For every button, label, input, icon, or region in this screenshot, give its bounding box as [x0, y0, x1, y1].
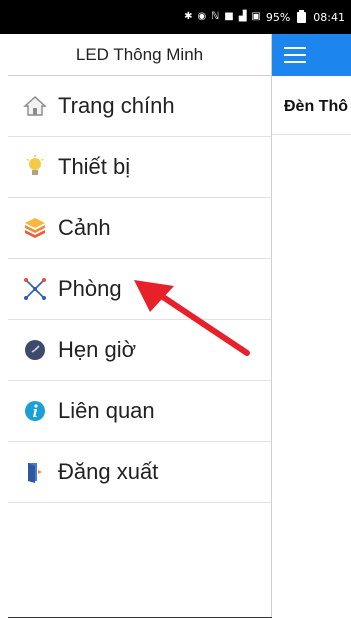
menu-item-label: Phòng: [58, 276, 122, 301]
battery-level: 95%: [265, 10, 291, 24]
menu-item-label: Thiết bị: [58, 154, 131, 179]
menu-item-logout[interactable]: Đăng xuất: [8, 442, 271, 503]
signal-icon: ▟: [238, 11, 247, 22]
red-arrow-annotation: [134, 280, 250, 356]
menu-item-scenes[interactable]: Cảnh: [8, 198, 271, 259]
menu-item-label: Hẹn giờ: [58, 337, 137, 362]
menu-item-devices[interactable]: Thiết bị: [8, 137, 271, 198]
layers-icon: [22, 215, 48, 241]
sim-icon: ▣: [251, 11, 261, 22]
home-icon: [22, 93, 48, 119]
menu-item-home[interactable]: Trang chính: [8, 76, 271, 137]
alarm-icon: ◉: [197, 11, 207, 22]
drawer-title: LED Thông Minh: [8, 34, 271, 76]
lightbulb-icon: [22, 154, 48, 180]
menu-item-related[interactable]: Liên quan: [8, 381, 271, 442]
status-bar: ✱ ◉ ℕ ■ ▟ ▣ 95% 08:41: [0, 0, 351, 34]
app-bar: [272, 34, 351, 76]
network-icon: [22, 276, 48, 302]
menu-item-label: Trang chính: [58, 93, 175, 118]
main-content: Đèn Thô: [272, 34, 351, 618]
menu-item-label: Liên quan: [58, 398, 155, 423]
battery-icon: [297, 9, 307, 23]
page-title: Đèn Thô: [284, 98, 348, 115]
data-icon: ■: [224, 11, 234, 22]
menu-icon[interactable]: [284, 47, 306, 63]
menu-item-label: Cảnh: [58, 215, 111, 240]
bluetooth-icon: ✱: [184, 11, 193, 22]
status-time: 08:41: [313, 10, 345, 24]
info-icon: [22, 398, 48, 424]
logout-icon: [22, 459, 48, 485]
menu-item-label: Đăng xuất: [58, 459, 159, 484]
nfc-icon: ℕ: [211, 11, 220, 22]
clock-icon: [22, 337, 48, 363]
divider: [272, 134, 351, 135]
